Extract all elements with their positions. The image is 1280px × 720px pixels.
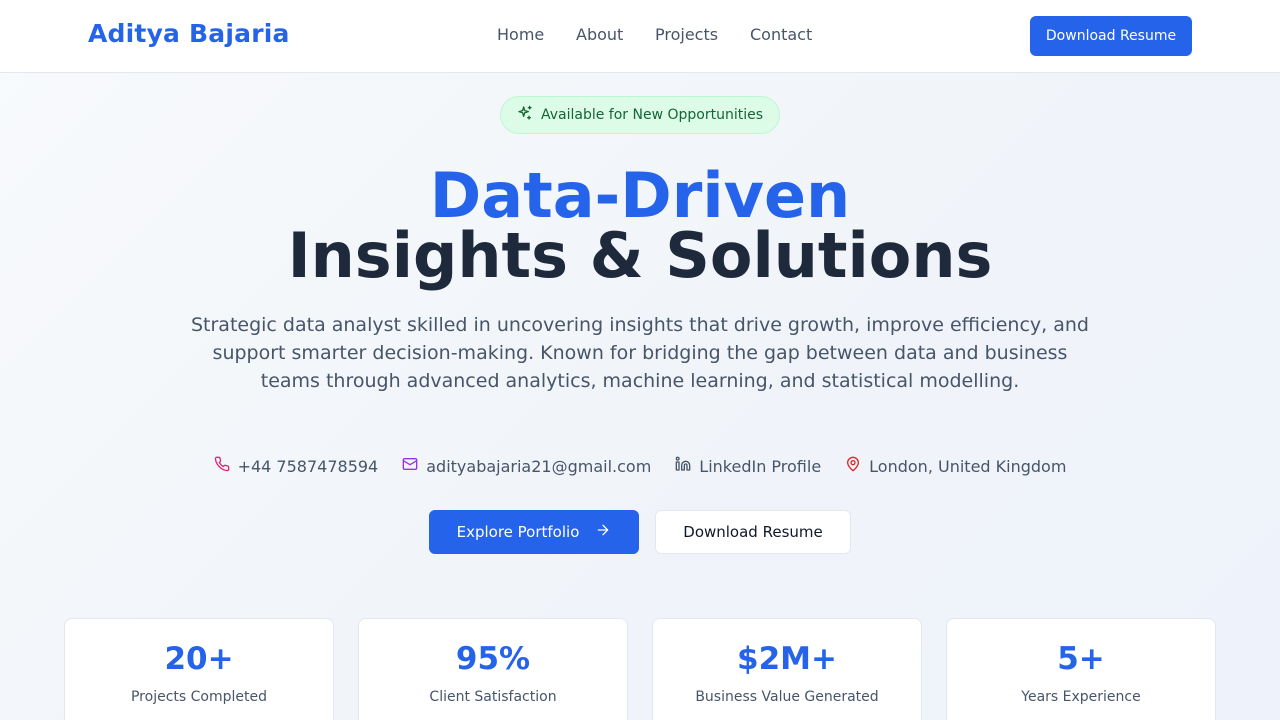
brand-logo-text[interactable]: Aditya Bajaria [88, 19, 290, 48]
nav-link-home[interactable]: Home [497, 25, 544, 44]
stat-card-satisfaction: 95% Client Satisfaction [358, 618, 628, 720]
contact-phone-text: +44 7587478594 [237, 456, 379, 476]
explore-portfolio-label: Explore Portfolio [456, 523, 580, 541]
sparkles-icon [517, 105, 533, 125]
stat-label: Projects Completed [130, 689, 267, 705]
map-pin-icon [845, 456, 861, 476]
stat-value: 20+ [164, 641, 234, 677]
nav-link-contact[interactable]: Contact [750, 25, 812, 44]
hero-description: Strategic data analyst skilled in uncove… [190, 314, 1089, 392]
nav-link-about[interactable]: About [576, 25, 623, 44]
stat-card-projects: 20+ Projects Completed [64, 618, 334, 720]
arrow-right-icon [595, 522, 611, 542]
linkedin-icon [675, 456, 691, 476]
nav-link-projects[interactable]: Projects [655, 25, 718, 44]
contact-location: London, United Kingdom [845, 454, 1066, 478]
contact-email[interactable]: adityabajaria21@gmail.com [402, 454, 651, 478]
stat-value: 95% [455, 641, 531, 677]
phone-icon [214, 456, 230, 476]
hero-title-line2: Insights & Solutions [287, 219, 993, 292]
explore-portfolio-button[interactable]: Explore Portfolio [429, 510, 639, 554]
stat-value: $2M+ [737, 641, 837, 677]
contact-info-row: +44 7587478594 adityabajaria21@gmail.com… [0, 454, 1280, 478]
download-resume-button[interactable]: Download Resume [655, 510, 851, 554]
availability-badge-text: Available for New Opportunities [540, 107, 764, 123]
stat-label: Business Value Generated [695, 689, 879, 705]
contact-linkedin-text: LinkedIn Profile [699, 456, 822, 476]
stat-label: Years Experience [1021, 689, 1141, 705]
contact-email-text: adityabajaria21@gmail.com [426, 456, 652, 476]
contact-phone[interactable]: +44 7587478594 [214, 454, 379, 478]
contact-linkedin[interactable]: LinkedIn Profile [675, 454, 821, 478]
availability-badge: Available for New Opportunities [500, 96, 780, 134]
mail-icon [402, 456, 418, 476]
stat-card-experience: 5+ Years Experience [946, 618, 1216, 720]
contact-location-text: London, United Kingdom [869, 456, 1067, 476]
top-navbar: Aditya Bajaria Home About Projects Conta… [0, 0, 1280, 73]
stat-value: 5+ [1057, 641, 1105, 677]
stat-label: Client Satisfaction [429, 689, 557, 705]
header-download-resume-button[interactable]: Download Resume [1030, 16, 1192, 56]
stat-card-business-value: $2M+ Business Value Generated [652, 618, 922, 720]
